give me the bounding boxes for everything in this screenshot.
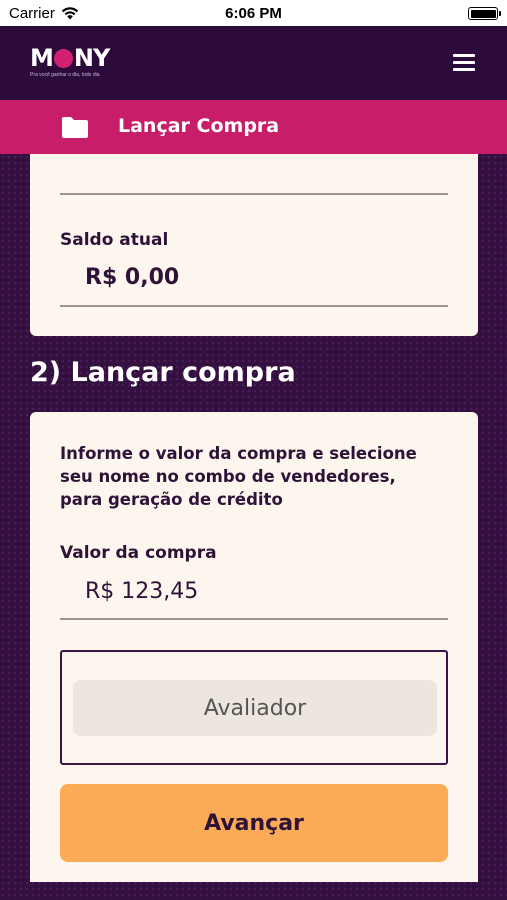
logo-text-left: M bbox=[30, 44, 54, 72]
main-content[interactable]: Saldo atual R$ 0,00 2) Lançar compra Inf… bbox=[0, 154, 507, 900]
balance-value: R$ 0,00 bbox=[85, 265, 180, 290]
advance-button[interactable]: Avançar bbox=[60, 784, 448, 862]
amount-label: Valor da compra bbox=[60, 543, 217, 563]
clock: 6:06 PM bbox=[225, 5, 282, 22]
page-title: Lançar Compra bbox=[118, 115, 280, 137]
amount-input[interactable]: R$ 123,45 bbox=[85, 579, 198, 604]
instructions-text: Informe o valor da compra e selecione se… bbox=[60, 444, 417, 509]
amount-underline bbox=[60, 618, 448, 620]
battery-icon bbox=[468, 7, 501, 20]
balance-label: Saldo atual bbox=[60, 230, 169, 250]
hamburger-icon[interactable] bbox=[453, 54, 475, 71]
section-title: 2) Lançar compra bbox=[30, 357, 296, 388]
balance-card: Saldo atual R$ 0,00 bbox=[30, 154, 478, 336]
seller-combo[interactable]: Avaliador bbox=[60, 650, 448, 765]
divider bbox=[60, 193, 448, 195]
mony-logo: M NY Pra você ganhar o dia, todo dia bbox=[30, 44, 110, 78]
balance-underline bbox=[60, 305, 448, 307]
logo-text-right: NY bbox=[73, 44, 110, 72]
app-header: M NY Pra você ganhar o dia, todo dia bbox=[0, 26, 507, 100]
purchase-card: Informe o valor da compra e selecione se… bbox=[30, 412, 478, 882]
folder-icon bbox=[62, 117, 88, 138]
status-bar: Carrier 6:06 PM bbox=[0, 0, 507, 26]
logo-tagline: Pra você ganhar o dia, todo dia bbox=[30, 72, 100, 78]
logo-o-icon bbox=[53, 48, 73, 68]
seller-select[interactable]: Avaliador bbox=[73, 680, 437, 736]
page-title-bar: Lançar Compra bbox=[0, 100, 507, 154]
